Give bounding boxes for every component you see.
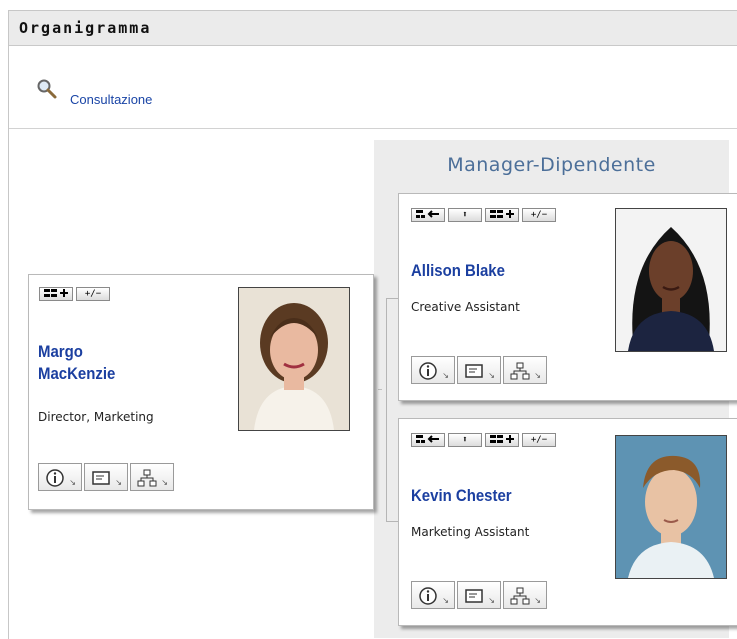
person-photo bbox=[615, 208, 727, 352]
toolbar: Consultazione bbox=[9, 46, 737, 129]
card-toolbar: +/− bbox=[39, 287, 110, 301]
hierarchy-back-icon[interactable] bbox=[411, 433, 445, 447]
email-button[interactable]: ↘ bbox=[457, 581, 501, 609]
expand-collapse-icon[interactable]: +/− bbox=[522, 433, 556, 447]
person-card-root: +/− Margo MacKenzie Director, Marketing … bbox=[28, 274, 374, 510]
add-icon[interactable] bbox=[485, 208, 519, 222]
person-name-first[interactable]: Margo bbox=[38, 341, 83, 363]
email-button[interactable]: ↘ bbox=[84, 463, 128, 491]
person-job-title: Creative Assistant bbox=[411, 300, 520, 314]
expand-collapse-icon[interactable]: +/− bbox=[76, 287, 110, 301]
card-toolbar: ⬆ +/− bbox=[411, 208, 556, 222]
info-button[interactable]: ↘ bbox=[38, 463, 82, 491]
person-job-title: Marketing Assistant bbox=[411, 525, 530, 539]
person-card-report-2: ⬆ +/− Kevin Chester Marketing Assistant … bbox=[398, 418, 737, 626]
card-actions: ↘ ↘ ↘ bbox=[411, 356, 549, 384]
person-job-title: Director, Marketing bbox=[38, 410, 154, 424]
title-bar: Organigramma bbox=[9, 11, 737, 46]
card-toolbar: ⬆ +/− bbox=[411, 433, 556, 447]
hierarchy-back-icon[interactable] bbox=[411, 208, 445, 222]
person-card-report-1: ⬆ +/− Allison Blake Creative Assistant ↘… bbox=[398, 193, 737, 401]
person-name[interactable]: Allison Blake bbox=[411, 260, 505, 282]
info-button[interactable]: ↘ bbox=[411, 581, 455, 609]
org-chart-button[interactable]: ↘ bbox=[130, 463, 174, 491]
add-icon[interactable] bbox=[485, 433, 519, 447]
person-photo bbox=[238, 287, 350, 431]
card-actions: ↘ ↘ ↘ bbox=[411, 581, 549, 609]
page-title: Organigramma bbox=[19, 19, 152, 37]
person-photo bbox=[615, 435, 727, 579]
up-arrow-icon[interactable]: ⬆ bbox=[448, 208, 482, 222]
consult-link[interactable]: Consultazione bbox=[70, 92, 152, 107]
card-actions: ↘ ↘ ↘ bbox=[38, 463, 176, 491]
up-arrow-icon[interactable]: ⬆ bbox=[448, 433, 482, 447]
person-name[interactable]: Kevin Chester bbox=[411, 485, 512, 507]
org-chart-button[interactable]: ↘ bbox=[503, 581, 547, 609]
panel-title: Manager-Dipendente bbox=[447, 154, 656, 176]
expand-collapse-icon[interactable]: +/− bbox=[522, 208, 556, 222]
person-name-last[interactable]: MacKenzie bbox=[38, 363, 115, 385]
email-button[interactable]: ↘ bbox=[457, 356, 501, 384]
info-button[interactable]: ↘ bbox=[411, 356, 455, 384]
connector-dot bbox=[378, 389, 382, 390]
search-icon[interactable] bbox=[36, 78, 57, 99]
org-chart-button[interactable]: ↘ bbox=[503, 356, 547, 384]
add-icon[interactable] bbox=[39, 287, 73, 301]
